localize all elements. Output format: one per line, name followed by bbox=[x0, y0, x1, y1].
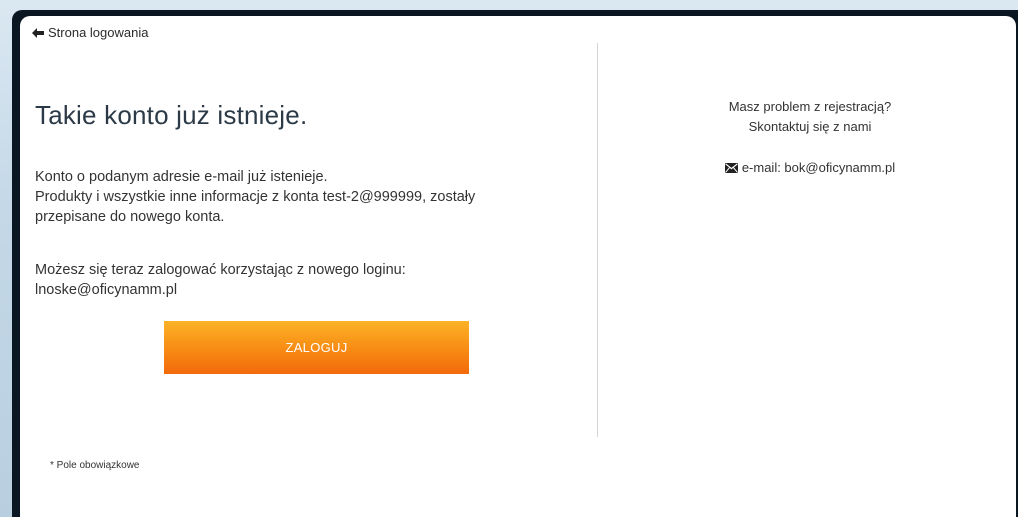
login-info-paragraph: Możesz się teraz zalogować korzystając z… bbox=[35, 260, 555, 300]
registration-panel: Strona logowania Takie konto już istniej… bbox=[20, 16, 1016, 517]
help-contact-prompt: Skontaktuj się z nami bbox=[748, 119, 872, 134]
login-button[interactable]: ZALOGUJ bbox=[164, 321, 469, 374]
account-info-paragraph: Konto o podanym adresie e-mail już isten… bbox=[35, 167, 555, 227]
login-info-line: Możesz się teraz zalogować korzystając z… bbox=[35, 262, 406, 278]
column-divider bbox=[597, 43, 598, 437]
envelope-icon bbox=[724, 162, 738, 173]
back-link-label: Strona logowania bbox=[48, 25, 149, 40]
back-to-login-link[interactable]: Strona logowania bbox=[32, 25, 148, 40]
help-question: Masz problem z rejestracją? bbox=[728, 99, 892, 114]
account-info-line: Konto o podanym adresie e-mail już isten… bbox=[35, 169, 328, 185]
arrow-left-icon bbox=[32, 27, 44, 38]
required-field-note: * Pole obowiązkowe bbox=[50, 460, 140, 471]
help-contact-block: Masz problem z rejestracją? Skontaktuj s… bbox=[660, 97, 960, 137]
page-title: Takie konto już istnieje. bbox=[35, 100, 308, 130]
contact-email-label: e-mail: bok@oficynamm.pl bbox=[741, 160, 896, 175]
contact-email[interactable]: e-mail: bok@oficynamm.pl bbox=[660, 160, 960, 175]
new-login-value: lnoske@oficynamm.pl bbox=[35, 282, 178, 298]
account-info-line: przepisane do nowego konta. bbox=[35, 209, 225, 225]
account-info-line: Produkty i wszystkie inne informacje z k… bbox=[35, 189, 476, 205]
